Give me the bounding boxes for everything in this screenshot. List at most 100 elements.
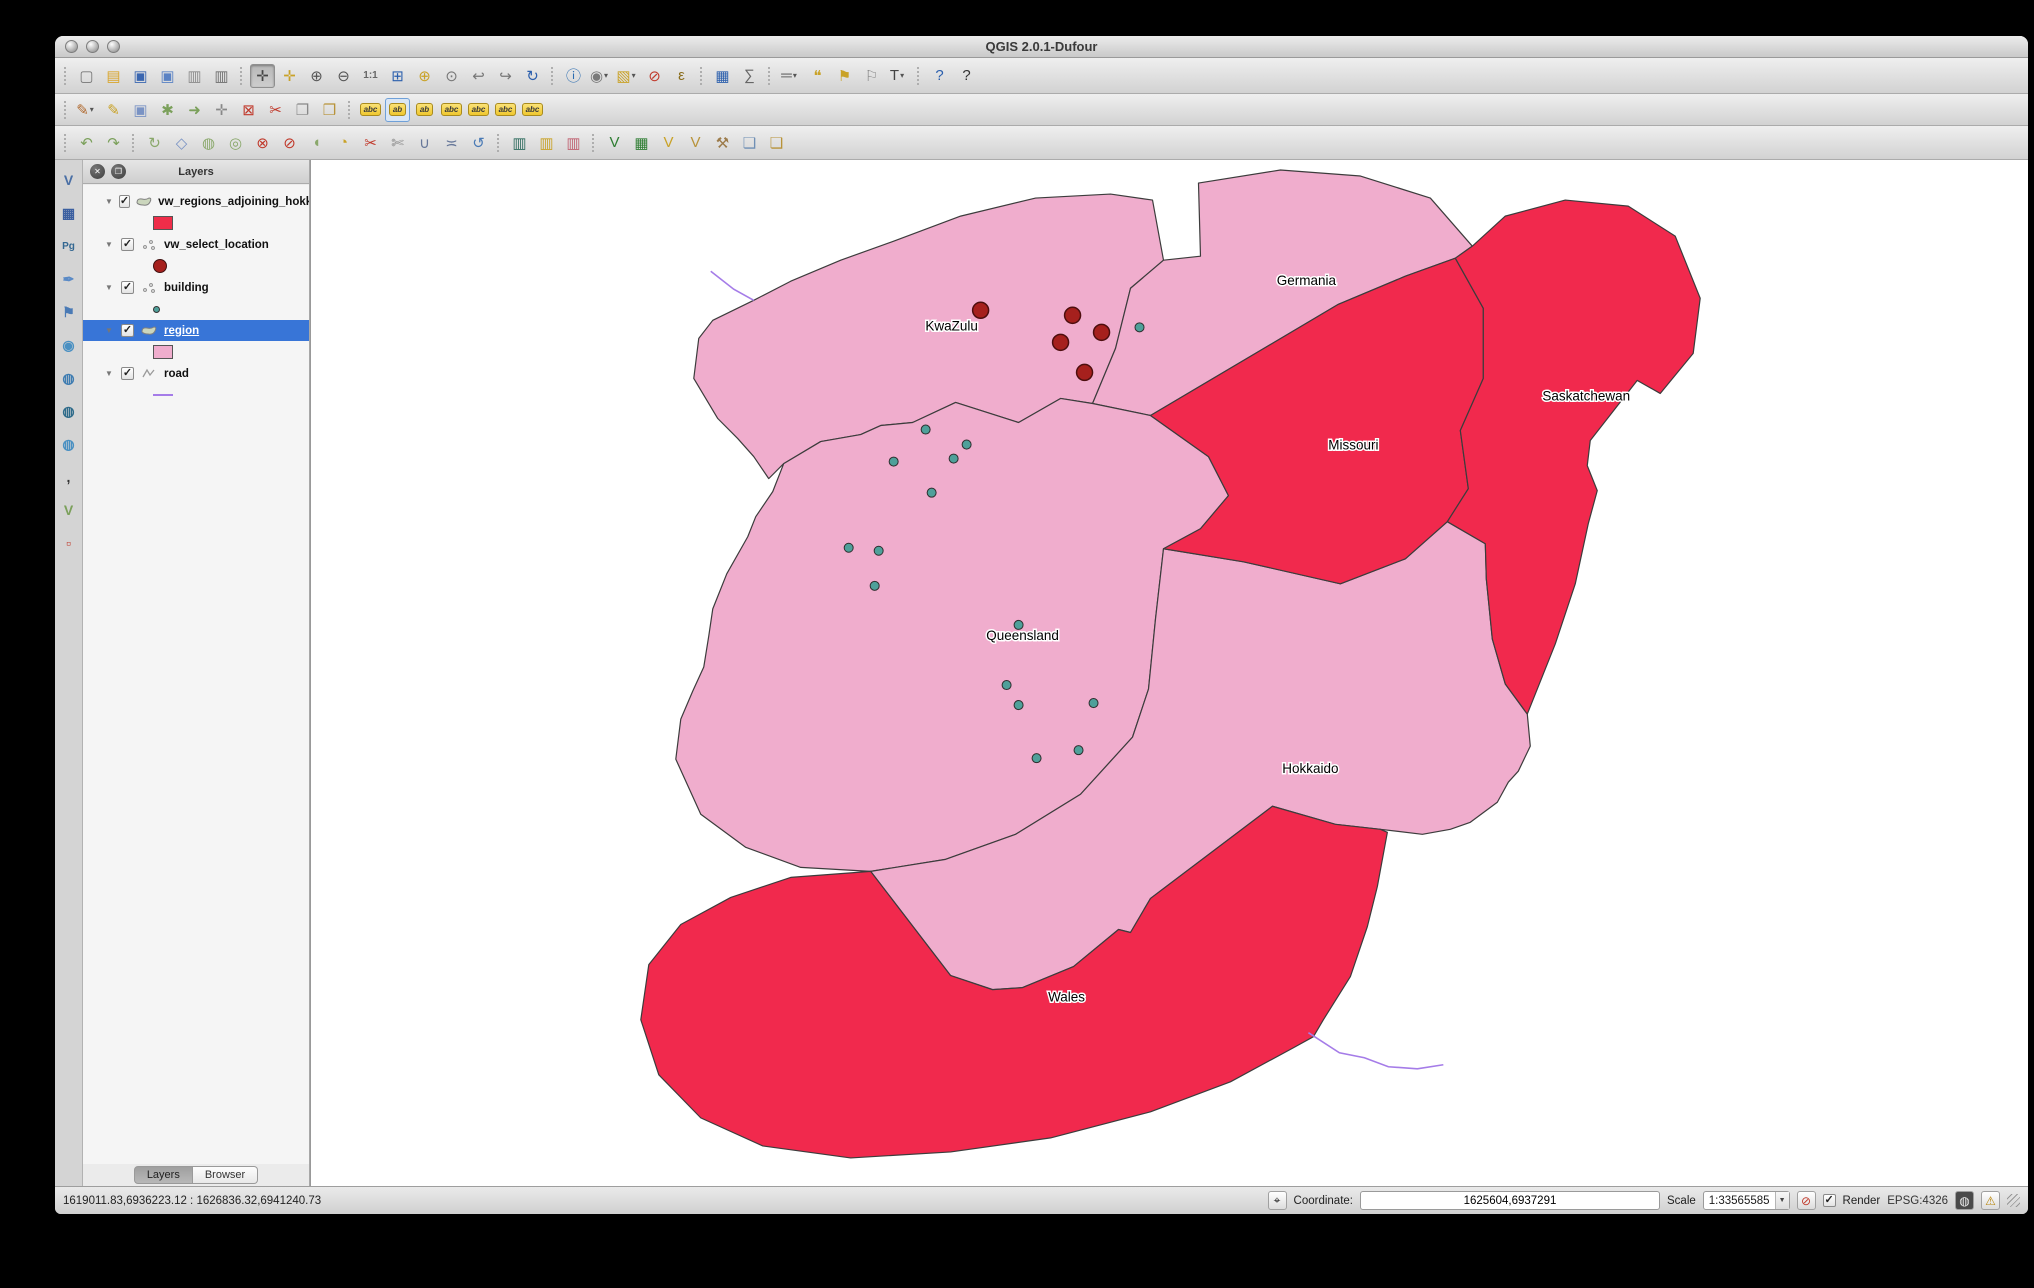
- expand-arrow-icon[interactable]: ▼: [105, 240, 115, 249]
- merge-features-button[interactable]: ∪: [412, 131, 437, 155]
- toolbar-drag-handle[interactable]: [132, 133, 136, 152]
- add-ring-button[interactable]: ◍: [196, 131, 221, 155]
- add-feature-button[interactable]: ✱: [155, 98, 180, 122]
- rotate-point-symbols-button[interactable]: ↺: [466, 131, 491, 155]
- move-feature-button[interactable]: ➜: [182, 98, 207, 122]
- new-shapefile-layer-button[interactable]: V: [57, 498, 81, 522]
- mouse-position-toggle-button[interactable]: ⌖: [1267, 1191, 1287, 1210]
- messages-warning-icon[interactable]: ⚠: [1981, 1191, 2000, 1210]
- zoom-in-button[interactable]: ⊕: [304, 64, 329, 88]
- add-mssql-layer-button[interactable]: ⚑: [57, 300, 81, 324]
- label-move-button[interactable]: abc: [466, 98, 491, 122]
- add-wcs-layer-button[interactable]: ◍: [57, 399, 81, 423]
- identify-features-button[interactable]: ⓘ: [561, 64, 586, 88]
- toolbar-drag-handle[interactable]: [64, 100, 68, 119]
- scale-dropdown-icon[interactable]: ▼: [1774, 1192, 1789, 1209]
- whats-this-button[interactable]: ?: [954, 64, 979, 88]
- merge-attributes-button[interactable]: ≍: [439, 131, 464, 155]
- label-properties-button[interactable]: abc: [520, 98, 545, 122]
- label-pin-button[interactable]: ab: [385, 97, 410, 122]
- delete-ring-button[interactable]: ⊗: [250, 131, 275, 155]
- add-vector-layer-button[interactable]: V: [57, 168, 81, 192]
- paste-features-button[interactable]: ❒: [317, 98, 342, 122]
- digitize-extra-2-button[interactable]: ▦: [629, 131, 654, 155]
- save-project-as-button[interactable]: ▣: [155, 64, 180, 88]
- toolbar-drag-handle[interactable]: [592, 133, 596, 152]
- title-bar[interactable]: QGIS 2.0.1-Dufour: [55, 36, 2028, 58]
- add-raster-layer-button[interactable]: ▦: [57, 201, 81, 225]
- help-button[interactable]: ?: [927, 64, 952, 88]
- label-move-pin-button[interactable]: ab: [412, 98, 437, 122]
- expand-arrow-icon[interactable]: ▼: [105, 326, 115, 335]
- pan-to-selection-button[interactable]: ✛: [277, 64, 302, 88]
- layer-visibility-checkbox[interactable]: ✓: [121, 281, 134, 294]
- add-wms-layer-button[interactable]: ◍: [57, 366, 81, 390]
- zoom-native-button[interactable]: 1:1: [358, 64, 383, 88]
- label-show-hide-button[interactable]: abc: [439, 98, 464, 122]
- delete-selected-button[interactable]: ⊠: [236, 98, 261, 122]
- open-project-button[interactable]: ▤: [101, 64, 126, 88]
- toolbar-drag-handle[interactable]: [64, 133, 68, 152]
- measure-line-dropdown-icon[interactable]: ▾: [793, 71, 800, 80]
- layer-visibility-checkbox[interactable]: ✓: [121, 238, 134, 251]
- close-panel-icon[interactable]: ✕: [90, 164, 105, 179]
- composer-manager-button[interactable]: ▥: [209, 64, 234, 88]
- expand-arrow-icon[interactable]: ▼: [105, 283, 115, 292]
- select-by-expression-button[interactable]: ε: [669, 64, 694, 88]
- zoom-full-button[interactable]: ⊞: [385, 64, 410, 88]
- layer-item-vw_regions_adjoining_hokkaido[interactable]: ▼ ✓ vw_regions_adjoining_hokkaido: [83, 191, 309, 212]
- add-oracle-layer-button[interactable]: ◉: [57, 333, 81, 357]
- current-edits-dropdown-icon[interactable]: ▾: [90, 105, 97, 114]
- toolbar-drag-handle[interactable]: [348, 100, 352, 119]
- text-annotation-button[interactable]: T ▾: [886, 64, 911, 88]
- save-project-button[interactable]: ▣: [128, 64, 153, 88]
- resize-grip[interactable]: [2007, 1194, 2020, 1207]
- new-project-button[interactable]: ▢: [74, 64, 99, 88]
- tab-layers[interactable]: Layers: [133, 1166, 193, 1184]
- add-postgis-layer-button[interactable]: Pg: [57, 234, 81, 258]
- add-wfs-layer-button[interactable]: ◍: [57, 432, 81, 456]
- expand-arrow-icon[interactable]: ▼: [105, 197, 113, 206]
- toolbar-drag-handle[interactable]: [551, 66, 555, 85]
- field-calculator-button[interactable]: ∑: [737, 64, 762, 88]
- measure-line-button[interactable]: ═ ▾: [778, 64, 803, 88]
- toolbar-drag-handle[interactable]: [768, 66, 772, 85]
- digitize-extra-1-button[interactable]: V: [602, 131, 627, 155]
- plugin-layer-tool-3-button[interactable]: ▥: [561, 131, 586, 155]
- layer-item-region[interactable]: ▼ ✓ region: [83, 320, 309, 341]
- zoom-next-button[interactable]: ↪: [493, 64, 518, 88]
- zoom-window-button[interactable]: [107, 40, 120, 53]
- toolbar-drag-handle[interactable]: [497, 133, 501, 152]
- toolbar-drag-handle[interactable]: [240, 66, 244, 85]
- float-panel-icon[interactable]: ❐: [111, 164, 126, 179]
- toolbar-drag-handle[interactable]: [64, 66, 68, 85]
- show-bookmarks-button[interactable]: ⚐: [859, 64, 884, 88]
- stop-rendering-icon[interactable]: ⊘: [1796, 1191, 1816, 1210]
- run-feature-action-button[interactable]: ◉ ▾: [588, 64, 613, 88]
- current-edits-button[interactable]: ✎ ▾: [74, 98, 99, 122]
- digitize-extra-5-button[interactable]: ⚒: [710, 131, 735, 155]
- map-canvas[interactable]: KwaZulu Germania Queensland Hokkaido Wales Mi…: [310, 160, 2028, 1186]
- node-tool-button[interactable]: ✛: [209, 98, 234, 122]
- refresh-button[interactable]: ↻: [520, 64, 545, 88]
- redo-button[interactable]: ↷: [101, 131, 126, 155]
- new-bookmark-button[interactable]: ⚑: [832, 64, 857, 88]
- new-spatialite-layer-button[interactable]: ▫: [57, 531, 81, 555]
- run-feature-action-dropdown-icon[interactable]: ▾: [604, 71, 611, 80]
- add-spatialite-layer-button[interactable]: ✒: [57, 267, 81, 291]
- zoom-to-layer-button[interactable]: ⊙: [439, 64, 464, 88]
- toggle-editing-button[interactable]: ✎: [101, 98, 126, 122]
- layer-item-vw_select_location[interactable]: ▼ ✓ vw_select_location: [83, 234, 309, 255]
- render-checkbox[interactable]: ✓: [1822, 1194, 1836, 1207]
- label-rotate-button[interactable]: abc: [493, 98, 518, 122]
- select-features-button[interactable]: ▧ ▾: [615, 64, 640, 88]
- digitize-extra-7-button[interactable]: ❏: [764, 131, 789, 155]
- layer-item-building[interactable]: ▼ ✓ building: [83, 277, 309, 298]
- crs-status-icon[interactable]: ◍: [1955, 1191, 1974, 1210]
- digitize-extra-6-button[interactable]: ❏: [737, 131, 762, 155]
- expand-arrow-icon[interactable]: ▼: [105, 369, 115, 378]
- coordinate-input[interactable]: [1360, 1191, 1660, 1210]
- select-features-dropdown-icon[interactable]: ▾: [632, 71, 639, 80]
- zoom-to-selection-button[interactable]: ⊕: [412, 64, 437, 88]
- layer-visibility-checkbox[interactable]: ✓: [118, 195, 131, 208]
